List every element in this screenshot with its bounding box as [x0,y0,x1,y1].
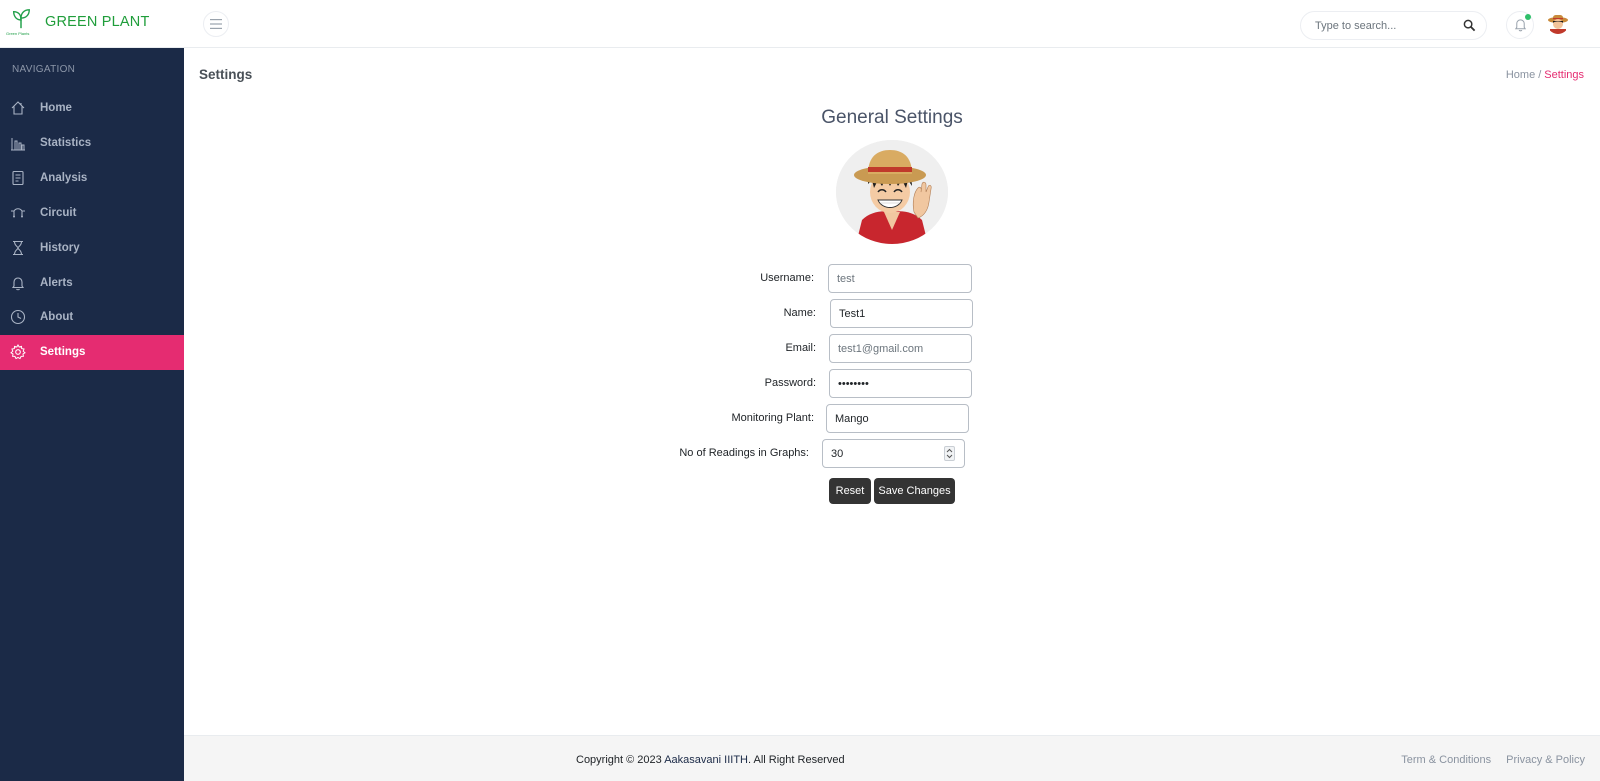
name-field[interactable] [830,299,973,328]
sidebar-item-statistics[interactable]: Statistics [0,126,184,161]
password-field[interactable] [829,369,972,398]
sidebar-item-about[interactable]: About [0,300,184,335]
top-bar: Green Plants GREEN PLANT [0,0,1600,48]
reset-button[interactable]: Reset [829,478,871,504]
sidebar-item-label: Statistics [40,137,92,149]
menu-toggle-button[interactable] [203,11,229,37]
sidebar-item-settings[interactable]: Settings [0,335,184,370]
search-input[interactable] [1315,18,1465,34]
terms-link[interactable]: Term & Conditions [1401,754,1491,766]
save-changes-button[interactable]: Save Changes [874,478,955,504]
sidebar-item-label: Alerts [40,277,73,289]
password-label: Password: [764,377,816,389]
copyright-suffix: . All Right Reserved [747,754,845,766]
breadcrumb-separator: / [1538,69,1542,81]
hourglass-icon [13,240,23,256]
gear-icon [10,344,26,360]
copyright-prefix: Copyright © 2023 [576,754,665,766]
sidebar-item-label: Settings [40,346,86,358]
search-icon[interactable] [1463,19,1476,32]
clock-icon [10,309,26,325]
sidebar-item-circuit[interactable]: Circuit [0,196,184,231]
sidebar-item-label: Home [40,102,72,114]
bell-icon [1514,19,1526,32]
name-label: Name: [783,307,816,319]
readings-label: No of Readings in Graphs: [679,447,809,459]
sidebar: NAVIGATION Home Statistics Analysis Circ… [0,48,184,781]
logo-tagline: Green Plants [6,31,30,36]
hamburger-icon [210,19,222,29]
name-row: Name: [690,299,973,328]
sidebar-item-alerts[interactable]: Alerts [0,266,184,301]
sidebar-item-label: About [40,311,74,323]
home-icon [11,101,25,115]
footer: Copyright © 2023 Aakasavani IIITH. All R… [184,735,1600,781]
sidebar-item-history[interactable]: History [0,231,184,266]
password-row: Password: [690,369,972,398]
copyright-text: Copyright © 2023 Aakasavani IIITH. All R… [576,754,845,766]
monitoring-plant-label: Monitoring Plant: [731,412,814,424]
bell-icon [11,277,25,291]
username-label: Username: [760,272,814,284]
monitoring-plant-row: Monitoring Plant: [690,404,969,433]
sidebar-item-label: Analysis [40,172,88,184]
page-title: Settings [199,67,253,82]
bar-chart-icon [11,138,25,151]
breadcrumb-current: Settings [1544,69,1584,81]
email-field[interactable] [829,334,972,363]
notifications-button[interactable] [1506,11,1534,39]
logo[interactable]: Green Plants [6,8,36,40]
copyright-org: Aakasavani IIITH [664,754,748,766]
brand-name[interactable]: GREEN PLANT [45,14,150,30]
settings-heading: General Settings [821,107,963,128]
email-label: Email: [785,342,816,354]
profile-picture[interactable] [836,140,948,244]
notification-dot [1525,14,1531,20]
sidebar-item-home[interactable]: Home [0,91,184,126]
profile-image-icon [836,140,948,244]
spinner-arrows-icon [946,448,953,459]
monitoring-plant-field[interactable] [826,404,969,433]
email-row: Email: [690,334,972,363]
number-spinner[interactable] [944,446,955,461]
avatar-image-icon [1547,12,1569,34]
search-box [1300,11,1487,40]
username-field[interactable] [828,264,972,293]
circuit-icon [11,208,25,218]
breadcrumb: Home / Settings [1506,69,1584,81]
readings-row: No of Readings in Graphs: [679,439,965,468]
user-avatar[interactable] [1547,12,1569,34]
sidebar-item-analysis[interactable]: Analysis [0,161,184,196]
document-icon [12,170,24,186]
username-row: Username: [690,264,972,293]
nav-heading: NAVIGATION [12,64,76,75]
privacy-link[interactable]: Privacy & Policy [1506,754,1585,766]
breadcrumb-home[interactable]: Home [1506,69,1535,81]
footer-links: Term & Conditions Privacy & Policy [1386,754,1585,766]
leaf-logo-icon [12,9,30,29]
sidebar-item-label: History [40,242,80,254]
sidebar-item-label: Circuit [40,207,77,219]
